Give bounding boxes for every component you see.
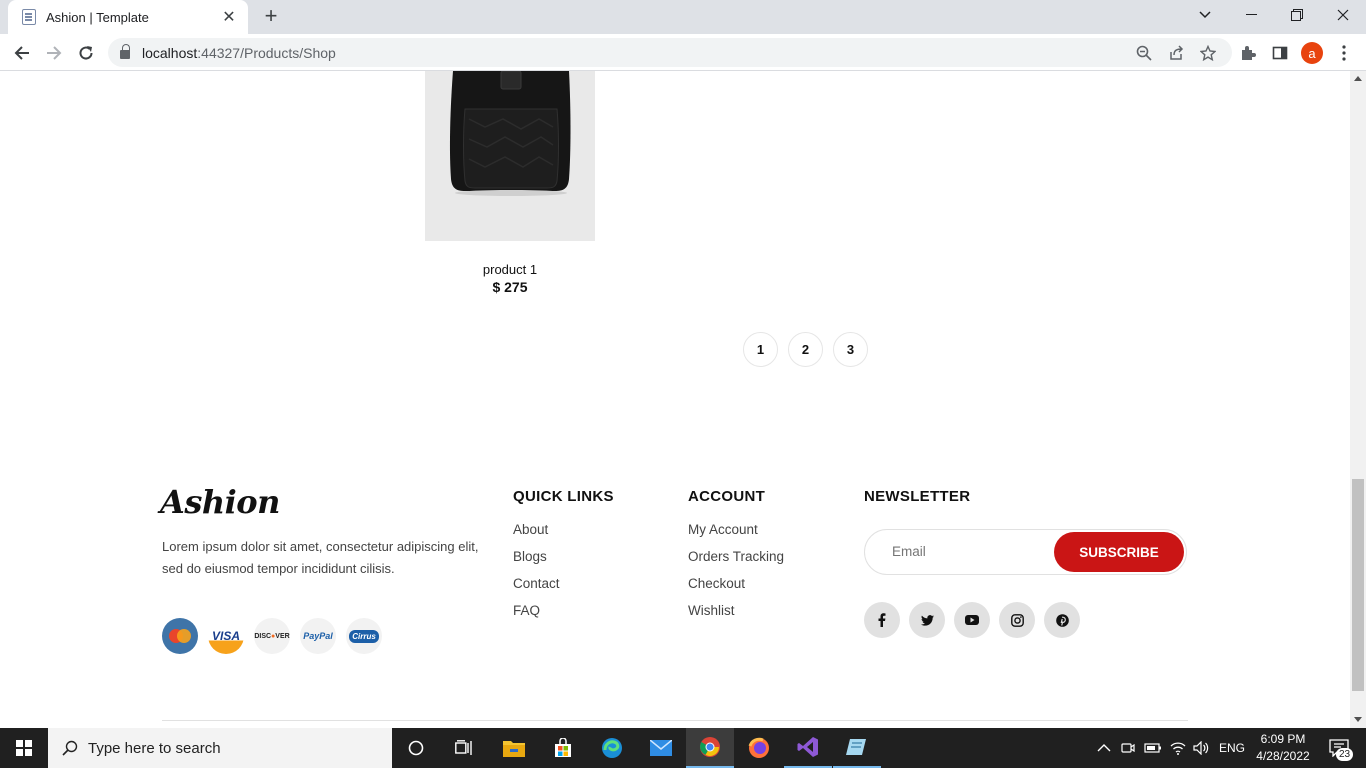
browser-toolbar: localhost:44327/Products/Shop a <box>0 34 1366 71</box>
minimize-button[interactable] <box>1228 0 1274 30</box>
show-hidden-icons-chevron-icon[interactable] <box>1097 728 1111 768</box>
pinterest-icon[interactable] <box>1044 602 1080 638</box>
extensions-icon[interactable] <box>1237 42 1259 64</box>
tab-title: Ashion | Template <box>46 9 149 25</box>
browser-tab[interactable]: Ashion | Template ✕ <box>8 0 248 34</box>
footer-logo[interactable]: Ashion <box>160 483 280 521</box>
newsletter-title: NEWSLETTER <box>864 488 971 505</box>
clock-date: 4/28/2022 <box>1256 749 1310 763</box>
footer-link-faq[interactable]: FAQ <box>513 603 540 618</box>
scroll-up-arrow-icon[interactable] <box>1354 76 1362 81</box>
close-window-button[interactable] <box>1320 0 1366 30</box>
back-button[interactable] <box>8 39 36 67</box>
start-button[interactable] <box>0 728 48 768</box>
edge-icon[interactable] <box>588 728 636 768</box>
restore-button[interactable] <box>1274 0 1320 30</box>
taskbar-search[interactable]: Type here to search <box>48 728 392 768</box>
browser-tab-strip: Ashion | Template ✕ + <box>0 0 1366 34</box>
page-scrollbar[interactable] <box>1350 71 1366 728</box>
task-view-icon[interactable] <box>440 728 488 768</box>
bookmark-star-icon[interactable] <box>1197 42 1219 64</box>
notepad-icon[interactable] <box>833 728 881 768</box>
search-icon <box>62 740 78 756</box>
url-path: :44327/Products/Shop <box>197 44 336 61</box>
mastercard-icon <box>162 618 198 654</box>
new-tab-button[interactable]: + <box>258 4 284 30</box>
product-image[interactable] <box>425 71 595 241</box>
visa-icon: VISA <box>208 618 244 654</box>
clock-time: 6:09 PM <box>1260 732 1306 746</box>
input-language[interactable]: ENG <box>1219 728 1245 768</box>
scroll-down-arrow-icon[interactable] <box>1354 717 1362 722</box>
taskbar-search-placeholder: Type here to search <box>88 739 221 757</box>
reload-button[interactable] <box>72 39 100 67</box>
payment-methods: VISA DISC ● VER PayPal Cirrus <box>162 618 382 654</box>
visual-studio-icon[interactable] <box>784 728 832 768</box>
product-name[interactable]: product 1 <box>425 262 595 277</box>
share-icon[interactable] <box>1165 42 1187 64</box>
address-bar[interactable]: localhost:44327/Products/Shop <box>108 38 1232 67</box>
chrome-taskbar-icon[interactable] <box>686 728 734 768</box>
footer-link-wishlist[interactable]: Wishlist <box>688 603 735 618</box>
forward-button[interactable] <box>40 39 68 67</box>
footer-link-contact[interactable]: Contact <box>513 576 560 591</box>
microsoft-store-icon[interactable] <box>539 728 587 768</box>
notification-count-badge: 23 <box>1336 748 1354 761</box>
firefox-icon[interactable] <box>735 728 783 768</box>
cirrus-icon: Cirrus <box>346 618 382 654</box>
lock-icon[interactable] <box>120 44 130 59</box>
page-link-1[interactable]: 1 <box>743 332 778 367</box>
twitter-icon[interactable] <box>909 602 945 638</box>
notification-center-icon[interactable]: 23 <box>1322 728 1356 768</box>
page-link-2[interactable]: 2 <box>788 332 823 367</box>
newsletter-email-input[interactable] <box>892 544 1042 559</box>
tab-search-chevron-icon[interactable] <box>1182 0 1228 30</box>
page-viewport: product 1 $ 275 1 2 3 Ashion Lorem ipsum… <box>0 71 1350 728</box>
profile-avatar[interactable]: a <box>1301 42 1323 64</box>
footer-link-orders-tracking[interactable]: Orders Tracking <box>688 549 784 564</box>
windows-logo-icon <box>16 740 32 756</box>
mail-icon[interactable] <box>637 728 685 768</box>
quick-links-title: QUICK LINKS <box>513 488 614 505</box>
subscribe-button[interactable]: SUBSCRIBE <box>1054 532 1184 572</box>
footer-description: Lorem ipsum dolor sit amet, consectetur … <box>162 539 479 576</box>
footer-link-my-account[interactable]: My Account <box>688 522 758 537</box>
battery-icon[interactable] <box>1144 728 1162 768</box>
volume-icon[interactable] <box>1193 728 1209 768</box>
close-tab-icon[interactable]: ✕ <box>220 7 238 27</box>
footer-divider <box>162 720 1188 721</box>
chrome-menu-icon[interactable] <box>1333 42 1355 64</box>
page-link-3[interactable]: 3 <box>833 332 868 367</box>
meet-now-icon[interactable] <box>1121 728 1135 768</box>
footer-link-checkout[interactable]: Checkout <box>688 576 745 591</box>
taskbar-clock[interactable]: 6:09 PM 4/28/2022 <box>1248 731 1318 765</box>
product-price: $ 275 <box>492 279 528 295</box>
page-favicon-icon <box>22 9 36 25</box>
windows-taskbar: Type here to search ENG 6:09 PM 4/28/202… <box>0 728 1366 768</box>
cortana-icon[interactable] <box>392 728 440 768</box>
facebook-icon[interactable] <box>864 602 900 638</box>
file-explorer-icon[interactable] <box>490 728 538 768</box>
zoom-icon[interactable] <box>1133 42 1155 64</box>
url-host: localhost <box>142 44 198 61</box>
scrollbar-thumb[interactable] <box>1352 479 1364 691</box>
account-title: ACCOUNT <box>688 488 766 505</box>
side-panel-icon[interactable] <box>1269 42 1291 64</box>
footer-link-blogs[interactable]: Blogs <box>513 549 547 564</box>
instagram-icon[interactable] <box>999 602 1035 638</box>
footer-link-about[interactable]: About <box>513 522 548 537</box>
paypal-icon: PayPal <box>300 618 336 654</box>
wifi-icon[interactable] <box>1170 728 1186 768</box>
youtube-icon[interactable] <box>954 602 990 638</box>
discover-icon: DISC ● VER <box>254 618 290 654</box>
